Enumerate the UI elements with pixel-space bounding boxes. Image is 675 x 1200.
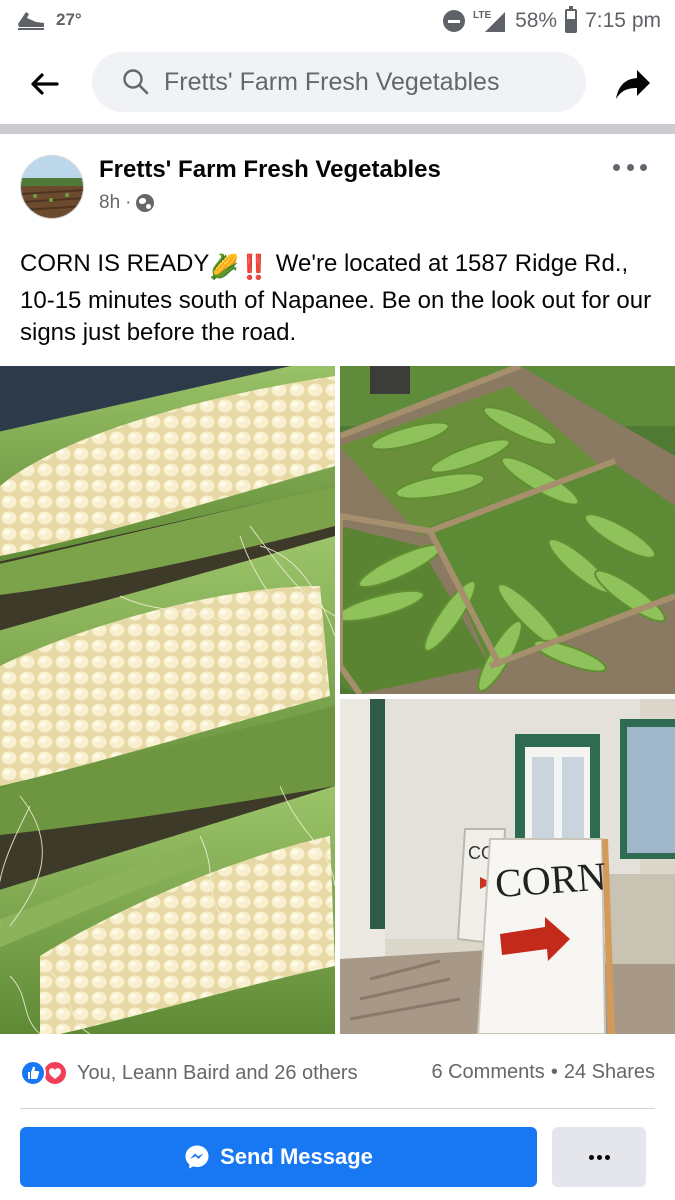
dot-icon xyxy=(604,1154,610,1160)
globe-icon xyxy=(136,194,155,212)
dot-icon xyxy=(588,1154,594,1160)
corn-sign-photo[interactable]: CORN CORN xyxy=(340,699,675,1034)
shares-count-link[interactable]: 24 Shares xyxy=(564,1061,655,1083)
actions-divider xyxy=(20,1108,655,1109)
reactions-summary[interactable]: You, Leann Baird and 26 others xyxy=(20,1058,358,1088)
search-bar[interactable]: Fretts' Farm Fresh Vegetables xyxy=(92,52,586,112)
post-author-name[interactable]: Fretts' Farm Fresh Vegetables xyxy=(99,156,441,184)
reaction-names-text: You, Leann Baird and 26 others xyxy=(77,1061,358,1084)
send-message-label: Send Message xyxy=(220,1144,373,1169)
like-reaction-icon xyxy=(20,1060,46,1086)
dot-icon xyxy=(640,163,647,171)
battery-icon xyxy=(565,6,578,33)
section-divider xyxy=(0,124,675,134)
temperature-text: 27° xyxy=(56,10,82,29)
sign-front-text: CORN xyxy=(494,853,608,906)
post-meta: 8h · xyxy=(99,192,155,214)
lte-signal-icon: LTE xyxy=(473,10,506,32)
corn-exclamation-emoji: 🌽‼️ xyxy=(209,254,270,281)
status-bar: 27° LTE 58% 7:15 pm xyxy=(0,0,675,42)
counts-separator: • xyxy=(550,1061,558,1083)
back-arrow-icon xyxy=(31,73,59,95)
post-options-button[interactable] xyxy=(613,158,647,176)
battery-fill xyxy=(567,19,576,31)
clock-time: 7:15 pm xyxy=(585,9,661,32)
dot-icon xyxy=(613,163,620,171)
network-type-text: LTE xyxy=(473,10,491,21)
engagement-counts: 6 Comments • 24 Shares xyxy=(431,1061,655,1084)
comments-count-link[interactable]: 6 Comments xyxy=(431,1061,544,1083)
search-query-text: Fretts' Farm Fresh Vegetables xyxy=(164,68,500,96)
share-button[interactable] xyxy=(611,64,655,104)
app-header: Fretts' Farm Fresh Vegetables xyxy=(0,42,675,124)
corn-cobs-photo[interactable] xyxy=(0,366,335,1034)
send-message-button[interactable]: Send Message xyxy=(20,1127,537,1187)
corn-crates-photo[interactable] xyxy=(340,366,675,694)
meta-separator: · xyxy=(125,192,132,213)
post-time[interactable]: 8h xyxy=(99,192,120,214)
avatar-farm-image xyxy=(21,156,83,218)
more-actions-button[interactable] xyxy=(552,1127,646,1187)
messenger-icon xyxy=(185,1145,209,1169)
page-avatar[interactable] xyxy=(20,155,84,219)
share-icon xyxy=(616,70,650,99)
search-icon xyxy=(123,69,149,95)
dot-icon xyxy=(626,163,634,171)
shoe-icon xyxy=(18,12,44,30)
back-button[interactable] xyxy=(24,64,64,104)
post-body-text: CORN IS READY🌽‼️ We're located at 1587 R… xyxy=(20,248,660,350)
dot-icon xyxy=(596,1154,602,1160)
battery-percent: 58% xyxy=(515,9,558,32)
post-text-headline: CORN IS READY xyxy=(20,250,210,277)
do-not-disturb-icon xyxy=(443,10,466,32)
